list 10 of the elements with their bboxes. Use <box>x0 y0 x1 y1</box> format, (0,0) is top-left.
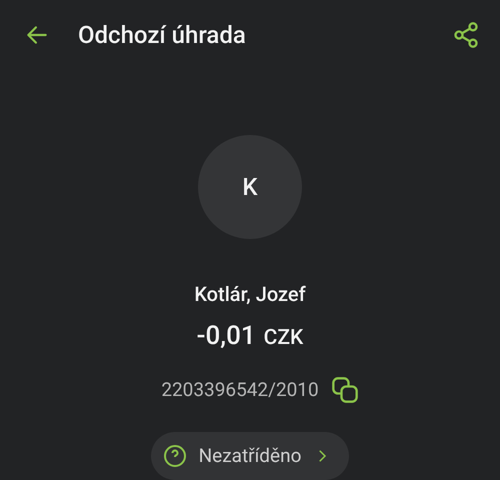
currency-label: CZK <box>264 324 304 352</box>
avatar: K <box>198 134 302 238</box>
copy-icon[interactable] <box>330 376 359 404</box>
share-icon[interactable] <box>452 21 480 50</box>
payee-name: Kotlár, Jozef <box>194 280 306 308</box>
amount-value: -0,01 <box>196 320 256 352</box>
question-icon <box>162 444 187 468</box>
account-number: 2203396542/2010 <box>161 376 319 402</box>
page-title: Odchozí úhrada <box>78 20 246 52</box>
category-chip[interactable]: Nezatříděno <box>150 432 350 480</box>
